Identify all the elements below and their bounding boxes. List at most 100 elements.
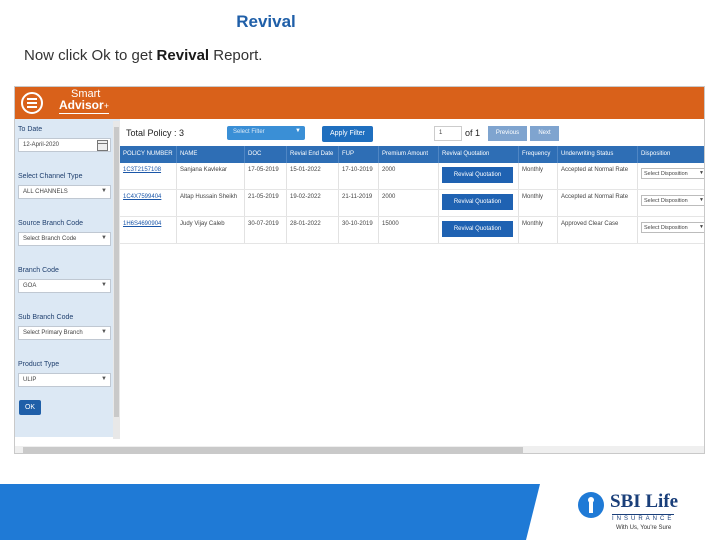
slide: Revival Now click Ok to get Revival Repo… [0, 0, 720, 540]
underwriting-status-cell: Accepted at Normal Rate [558, 190, 638, 216]
frequency-cell: Monthly [519, 190, 558, 216]
ok-button[interactable]: OK [19, 400, 41, 415]
channel-select[interactable]: ALL CHANNELS ▼ [18, 185, 111, 199]
app-window: Smart Advisor+ To Date 12-April-2020 Sel… [14, 86, 705, 454]
filter-scrollbar[interactable] [113, 121, 120, 439]
policy-number-link[interactable]: 1C4X7599404 [123, 194, 161, 200]
policy-number-cell: 1H6S4690904 [120, 217, 177, 243]
filter-select[interactable]: Select Filter ▼ [227, 126, 305, 140]
fup-cell: 30-10-2019 [339, 217, 379, 243]
table-header-row: POLICY NUMBER NAME DOC Revial End Date F… [120, 146, 704, 163]
revival-quotation-cell: Revival Quotation [439, 190, 519, 216]
branch-value: GOA [23, 283, 37, 289]
instruction-post: Report. [209, 47, 263, 64]
column-header: FUP [339, 146, 379, 163]
sub-branch-label: Sub Branch Code [18, 314, 74, 321]
logo-subtitle: INSURANCE [612, 514, 675, 522]
table-row: 1C4X7599404 Altap Hussain Sheikh 21-05-2… [120, 190, 704, 217]
to-date-field[interactable]: 12-April-2020 [18, 138, 111, 152]
app-header: Smart Advisor+ [15, 87, 704, 119]
filter-panel: To Date 12-April-2020 Select Channel Typ… [15, 119, 120, 437]
revival-quotation-cell: Revival Quotation [439, 217, 519, 243]
product-value: ULIP [23, 377, 37, 383]
chevron-down-icon: ▼ [101, 188, 107, 194]
results-toolbar: Total Policy : 3 Select Filter ▼ Apply Fi… [120, 119, 704, 146]
policy-number-link[interactable]: 1C3T2157108 [123, 167, 161, 173]
disposition-value: Select Disposition [644, 225, 688, 231]
column-header: Frequency [519, 146, 558, 163]
revival-quotation-button[interactable]: Revival Quotation [442, 194, 513, 210]
next-button[interactable]: Next [530, 126, 559, 141]
disposition-value: Select Disposition [644, 171, 688, 177]
instruction-pre: Now click Ok to get [24, 47, 157, 64]
menu-icon[interactable] [21, 92, 43, 114]
column-header: NAME [177, 146, 245, 163]
policy-number-cell: 1C3T2157108 [120, 163, 177, 189]
disposition-cell: Select Disposition ▼ [638, 190, 704, 216]
source-branch-select[interactable]: Select Branch Code ▼ [18, 232, 111, 246]
page-count-label: of 1 [465, 128, 481, 138]
chevron-down-icon: ▼ [101, 329, 107, 335]
underwriting-status-cell: Accepted at Normal Rate [558, 163, 638, 189]
chevron-down-icon: ▼ [699, 170, 704, 176]
table-row: 1C3T2157108 Sanjana Kavlekar 17-05-2019 … [120, 163, 704, 190]
scroll-thumb[interactable] [114, 127, 119, 417]
sbi-logo-icon [578, 492, 604, 518]
column-header: POLICY NUMBER [120, 146, 177, 163]
brand-plus: + [103, 101, 109, 111]
revival-quotation-button[interactable]: Revival Quotation [442, 167, 513, 183]
table-row: 1H6S4690904 Judy Vijay Caleb 30-07-2019 … [120, 217, 704, 244]
page-number-input[interactable]: 1 [434, 126, 462, 141]
disposition-cell: Select Disposition ▼ [638, 163, 704, 189]
source-branch-label: Source Branch Code [18, 220, 83, 227]
disposition-select[interactable]: Select Disposition ▼ [641, 195, 704, 206]
chevron-down-icon: ▼ [699, 224, 704, 230]
branch-label: Branch Code [18, 267, 59, 274]
chevron-down-icon: ▼ [101, 235, 107, 241]
scroll-thumb[interactable] [23, 447, 523, 453]
total-policy-label: Total Policy : 3 [126, 128, 185, 138]
policy-number-link[interactable]: 1H6S4690904 [123, 221, 161, 227]
disposition-select[interactable]: Select Disposition ▼ [641, 222, 704, 233]
product-select[interactable]: ULIP ▼ [18, 373, 111, 387]
end-date-cell: 19-02-2022 [287, 190, 339, 216]
sub-branch-value: Select Primary Branch [23, 330, 83, 336]
to-date-label: To Date [18, 126, 43, 133]
frequency-cell: Monthly [519, 163, 558, 189]
revival-quotation-button[interactable]: Revival Quotation [442, 221, 513, 237]
column-header: Revival Quotation [439, 146, 519, 163]
to-date-value: 12-April-2020 [23, 142, 60, 148]
calendar-icon[interactable] [97, 140, 108, 151]
source-branch-value: Select Branch Code [23, 236, 77, 242]
sub-branch-select[interactable]: Select Primary Branch ▼ [18, 326, 111, 340]
frequency-cell: Monthly [519, 217, 558, 243]
premium-cell: 15000 [379, 217, 439, 243]
logo-tagline: With Us, You're Sure [616, 525, 672, 531]
logo-name: SBI Life [610, 491, 679, 512]
column-header: Underwriting Status [558, 146, 638, 163]
column-header: DOC [245, 146, 287, 163]
disposition-cell: Select Disposition ▼ [638, 217, 704, 243]
product-label: Product Type [18, 361, 60, 368]
disposition-value: Select Disposition [644, 198, 688, 204]
instruction-text: Now click Ok to get Revival Report. [24, 47, 262, 64]
premium-cell: 2000 [379, 163, 439, 189]
branch-select[interactable]: GOA ▼ [18, 279, 111, 293]
apply-filter-button[interactable]: Apply Filter [322, 126, 373, 142]
chevron-down-icon: ▼ [101, 282, 107, 288]
chevron-down-icon: ▼ [295, 128, 301, 134]
fup-cell: 17-10-2019 [339, 163, 379, 189]
revival-quotation-cell: Revival Quotation [439, 163, 519, 189]
name-cell: Altap Hussain Sheikh [177, 190, 245, 216]
horizontal-scrollbar[interactable] [15, 446, 704, 453]
chevron-down-icon: ▼ [101, 376, 107, 382]
end-date-cell: 28-01-2022 [287, 217, 339, 243]
app-logo: Smart Advisor+ [59, 89, 109, 114]
fup-cell: 21-11-2019 [339, 190, 379, 216]
policy-table: POLICY NUMBER NAME DOC Revial End Date F… [120, 146, 704, 244]
underwriting-status-cell: Approved Clear Case [558, 217, 638, 243]
disposition-select[interactable]: Select Disposition ▼ [641, 168, 704, 179]
previous-button[interactable]: Previous [488, 126, 527, 141]
slide-title: Revival [236, 12, 296, 31]
name-cell: Sanjana Kavlekar [177, 163, 245, 189]
